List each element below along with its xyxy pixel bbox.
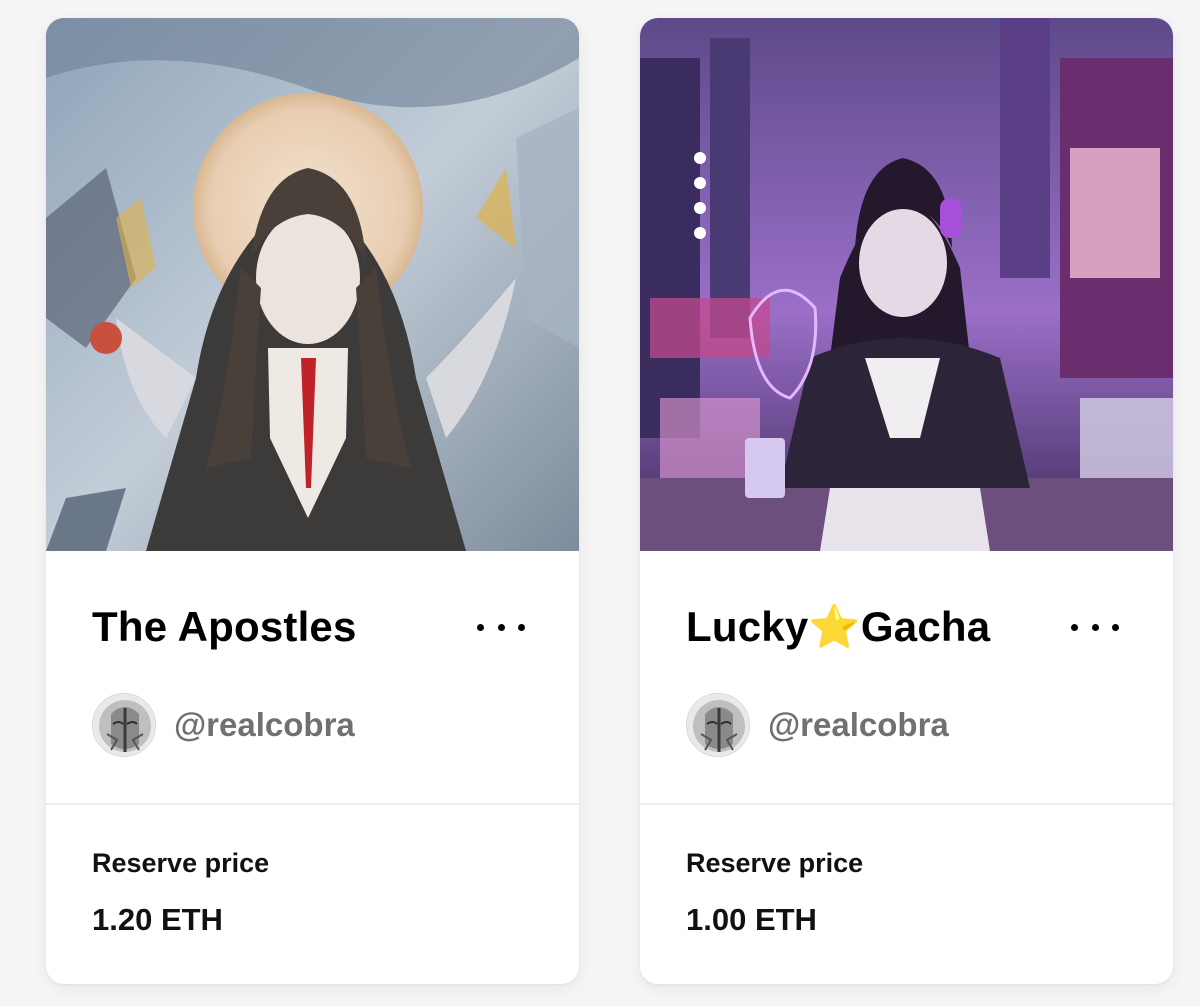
reserve-price-label: Reserve price (686, 848, 864, 878)
more-dot (1091, 623, 1099, 631)
divider (640, 803, 1173, 805)
avatar (686, 693, 750, 757)
creator-link[interactable]: @realcobra (92, 692, 355, 758)
avatar (92, 693, 156, 757)
creator-handle[interactable]: @realcobra (174, 706, 355, 744)
artwork-title[interactable]: The Apostles (92, 603, 357, 651)
more-horizontal-icon[interactable] (1071, 616, 1119, 638)
more-horizontal-icon[interactable] (477, 616, 525, 638)
more-dot (1112, 623, 1119, 631)
more-dot (497, 623, 505, 631)
more-dot (477, 623, 484, 631)
star-emoji-icon: ⭐ (808, 603, 861, 650)
artwork-image[interactable] (640, 18, 1173, 551)
reserve-price-label: Reserve price (92, 848, 270, 878)
title-part: Gacha (860, 603, 991, 650)
nft-card-grid: The Apostles @realcobra Reserve price 1.… (0, 0, 1200, 1006)
artwork-title[interactable]: Lucky⭐Gacha (686, 603, 990, 652)
more-dot (1071, 623, 1078, 631)
artwork-image[interactable] (46, 18, 579, 551)
nft-card[interactable]: Lucky⭐Gacha @realcobra Reserve price 1.0… (640, 18, 1173, 984)
nft-card[interactable]: The Apostles @realcobra Reserve price 1.… (46, 18, 579, 984)
creator-link[interactable]: @realcobra (686, 692, 949, 758)
creator-handle[interactable]: @realcobra (768, 706, 949, 744)
reserve-price-value: 1.20 ETH (92, 902, 223, 937)
more-dot (518, 623, 525, 631)
title-part: Lucky (686, 603, 809, 650)
reserve-price-value: 1.00 ETH (686, 902, 817, 937)
divider (46, 803, 579, 805)
